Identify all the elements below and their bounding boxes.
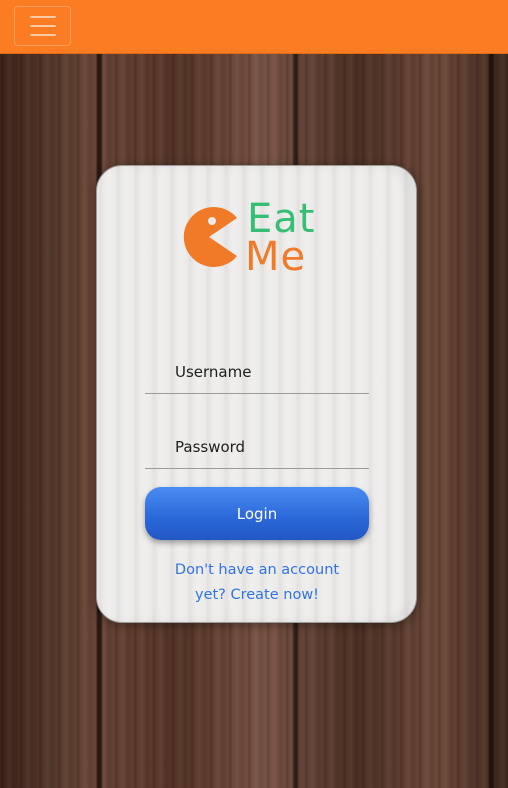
pacman-icon	[183, 207, 237, 267]
hamburger-menu-icon	[29, 16, 56, 18]
hamburger-menu-icon	[29, 25, 56, 27]
hamburger-menu-button[interactable]	[14, 6, 71, 46]
username-input[interactable]	[145, 346, 369, 393]
logo-word-me: Me	[245, 234, 307, 280]
hamburger-menu-icon	[29, 34, 56, 36]
password-input[interactable]	[145, 421, 369, 468]
top-navbar	[0, 0, 508, 54]
login-card: Eat Me Login Don't have an account yet? …	[96, 165, 417, 623]
username-field-wrapper	[145, 346, 369, 394]
create-account-link[interactable]: Don't have an account yet? Create now!	[167, 558, 347, 608]
eat-me-logo: Eat Me	[177, 196, 327, 280]
password-field-wrapper	[145, 421, 369, 469]
login-button[interactable]: Login	[145, 487, 369, 540]
